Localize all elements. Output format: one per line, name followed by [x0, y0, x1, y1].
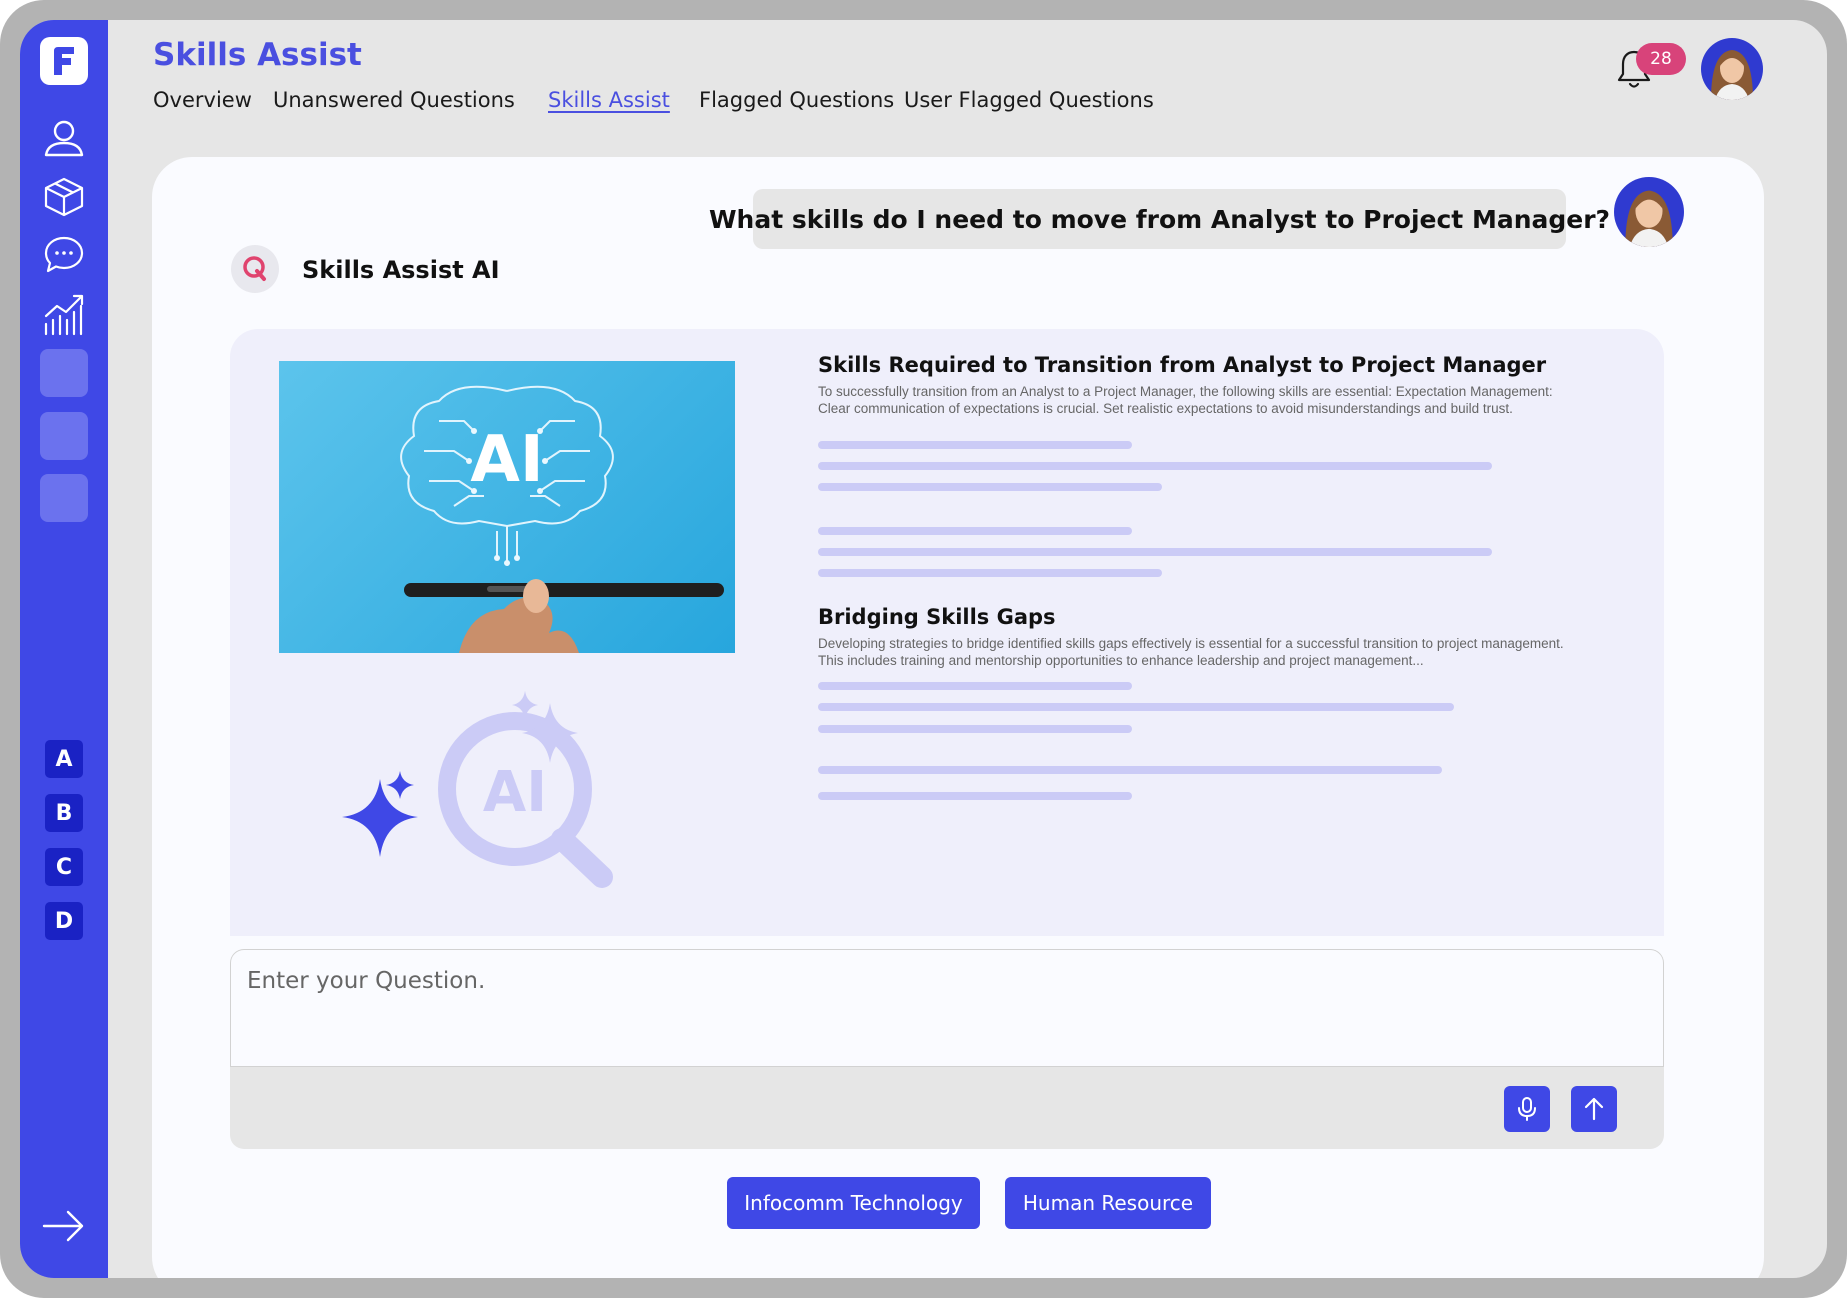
suggestion-human-resource[interactable]: Human Resource: [1005, 1177, 1211, 1229]
user-question-bubble: What skills do I need to move from Analy…: [709, 189, 1610, 249]
svg-text:AI: AI: [483, 760, 547, 825]
box-icon[interactable]: [40, 173, 88, 221]
ai-image-label: AI: [470, 423, 543, 497]
sidebar-letter-d[interactable]: D: [45, 902, 83, 940]
app-screen: A B C D Skills Assist Overview Unanswere…: [20, 20, 1827, 1278]
sidebar-item-3[interactable]: [40, 474, 88, 522]
assistant-name: Skills Assist AI: [302, 256, 500, 284]
placeholder-line: [818, 792, 1132, 800]
sidebar-letter-a[interactable]: A: [45, 740, 83, 778]
placeholder-line: [818, 725, 1132, 733]
notification-badge: 28: [1636, 43, 1686, 75]
tab-unanswered-questions[interactable]: Unanswered Questions: [273, 88, 515, 112]
microphone-icon: [1518, 1097, 1536, 1121]
assistant-answer: AI AI Skills Required to Transition from…: [230, 329, 1664, 936]
sidebar-item-1[interactable]: [40, 349, 88, 397]
placeholder-line: [818, 441, 1132, 449]
sidebar-letter-c[interactable]: C: [45, 848, 83, 886]
arrow-right-icon[interactable]: [40, 1202, 88, 1250]
profile-avatar[interactable]: [1701, 38, 1763, 100]
placeholder-line: [818, 682, 1132, 690]
chat-panel: What skills do I need to move from Analy…: [152, 157, 1764, 1278]
placeholder-line: [818, 766, 1442, 774]
placeholder-line: [818, 462, 1492, 470]
sidebar-item-2[interactable]: [40, 412, 88, 460]
tab-flagged-questions[interactable]: Flagged Questions: [699, 88, 894, 112]
tab-overview[interactable]: Overview: [153, 88, 252, 112]
chat-icon[interactable]: [40, 231, 88, 279]
microphone-button[interactable]: [1504, 1086, 1550, 1132]
assistant-logo-icon: [243, 256, 266, 281]
tab-user-flagged-questions[interactable]: User Flagged Questions: [904, 88, 1154, 112]
placeholder-line: [818, 569, 1162, 577]
section-body-gaps: Developing strategies to bridge identifi…: [818, 636, 1564, 668]
question-composer: [230, 949, 1664, 1149]
ai-search-icon: AI: [342, 691, 613, 888]
device-frame: A B C D Skills Assist Overview Unanswere…: [0, 0, 1847, 1298]
ai-brain-image: AI: [279, 361, 735, 653]
avatar-image: [1701, 38, 1763, 100]
suggestion-infocomm-technology[interactable]: Infocomm Technology: [727, 1177, 980, 1229]
user-icon[interactable]: [40, 115, 88, 163]
ai-brain-illustration: AI: [400, 385, 724, 653]
placeholder-line: [818, 548, 1492, 556]
app-logo[interactable]: [40, 37, 88, 85]
analytics-icon[interactable]: [40, 290, 88, 338]
page-title: Skills Assist: [153, 37, 362, 73]
user-avatar: [1614, 177, 1684, 247]
assistant-avatar: [231, 245, 279, 293]
placeholder-line: [818, 483, 1162, 491]
placeholder-line: [818, 527, 1132, 535]
send-button[interactable]: [1571, 1086, 1617, 1132]
tab-skills-assist[interactable]: Skills Assist: [548, 88, 670, 112]
sidebar-letter-b[interactable]: B: [45, 794, 83, 832]
section-title-skills: Skills Required to Transition from Analy…: [818, 353, 1547, 377]
section-body-skills: To successfully transition from an Analy…: [818, 384, 1553, 416]
sidebar: A B C D: [20, 20, 108, 1278]
user-avatar-image: [1614, 177, 1684, 247]
section-title-gaps: Bridging Skills Gaps: [818, 605, 1056, 629]
send-arrow-icon: [1584, 1097, 1604, 1121]
logo-icon: [54, 47, 74, 75]
question-input[interactable]: [230, 949, 1664, 1067]
placeholder-line: [818, 703, 1454, 711]
